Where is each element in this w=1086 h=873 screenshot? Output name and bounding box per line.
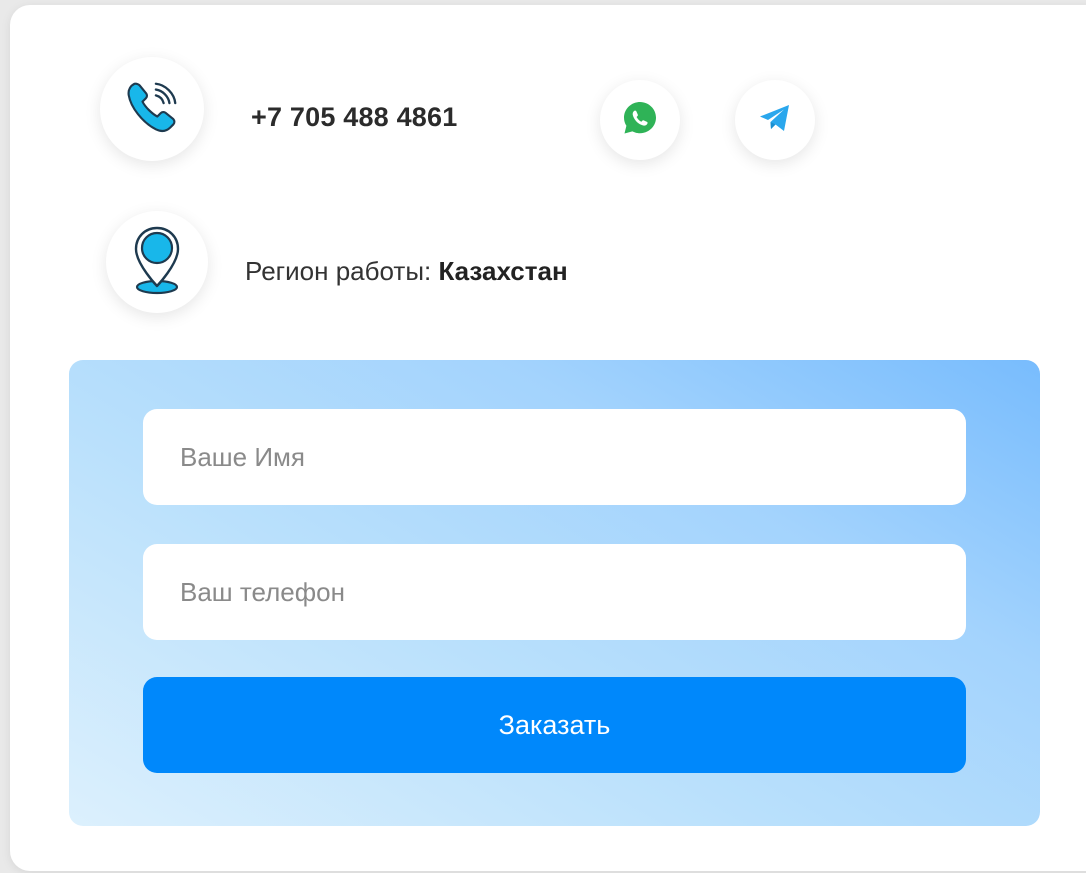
telegram-button[interactable] [735,80,815,160]
phone-icon-badge [100,57,204,161]
region-label: Регион работы: [245,256,432,286]
phone-number[interactable]: +7 705 488 4861 [251,102,457,133]
whatsapp-button[interactable] [600,80,680,160]
location-pin-icon [130,224,184,301]
region-value: Казахстан [438,256,568,286]
name-input[interactable] [143,409,966,505]
order-button[interactable]: Заказать [143,677,966,773]
phone-icon [121,76,183,143]
telegram-icon [757,100,793,141]
whatsapp-icon [622,100,658,141]
location-icon-badge [106,211,208,313]
work-region: Регион работы: Казахстан [245,256,568,287]
phone-input[interactable] [143,544,966,640]
